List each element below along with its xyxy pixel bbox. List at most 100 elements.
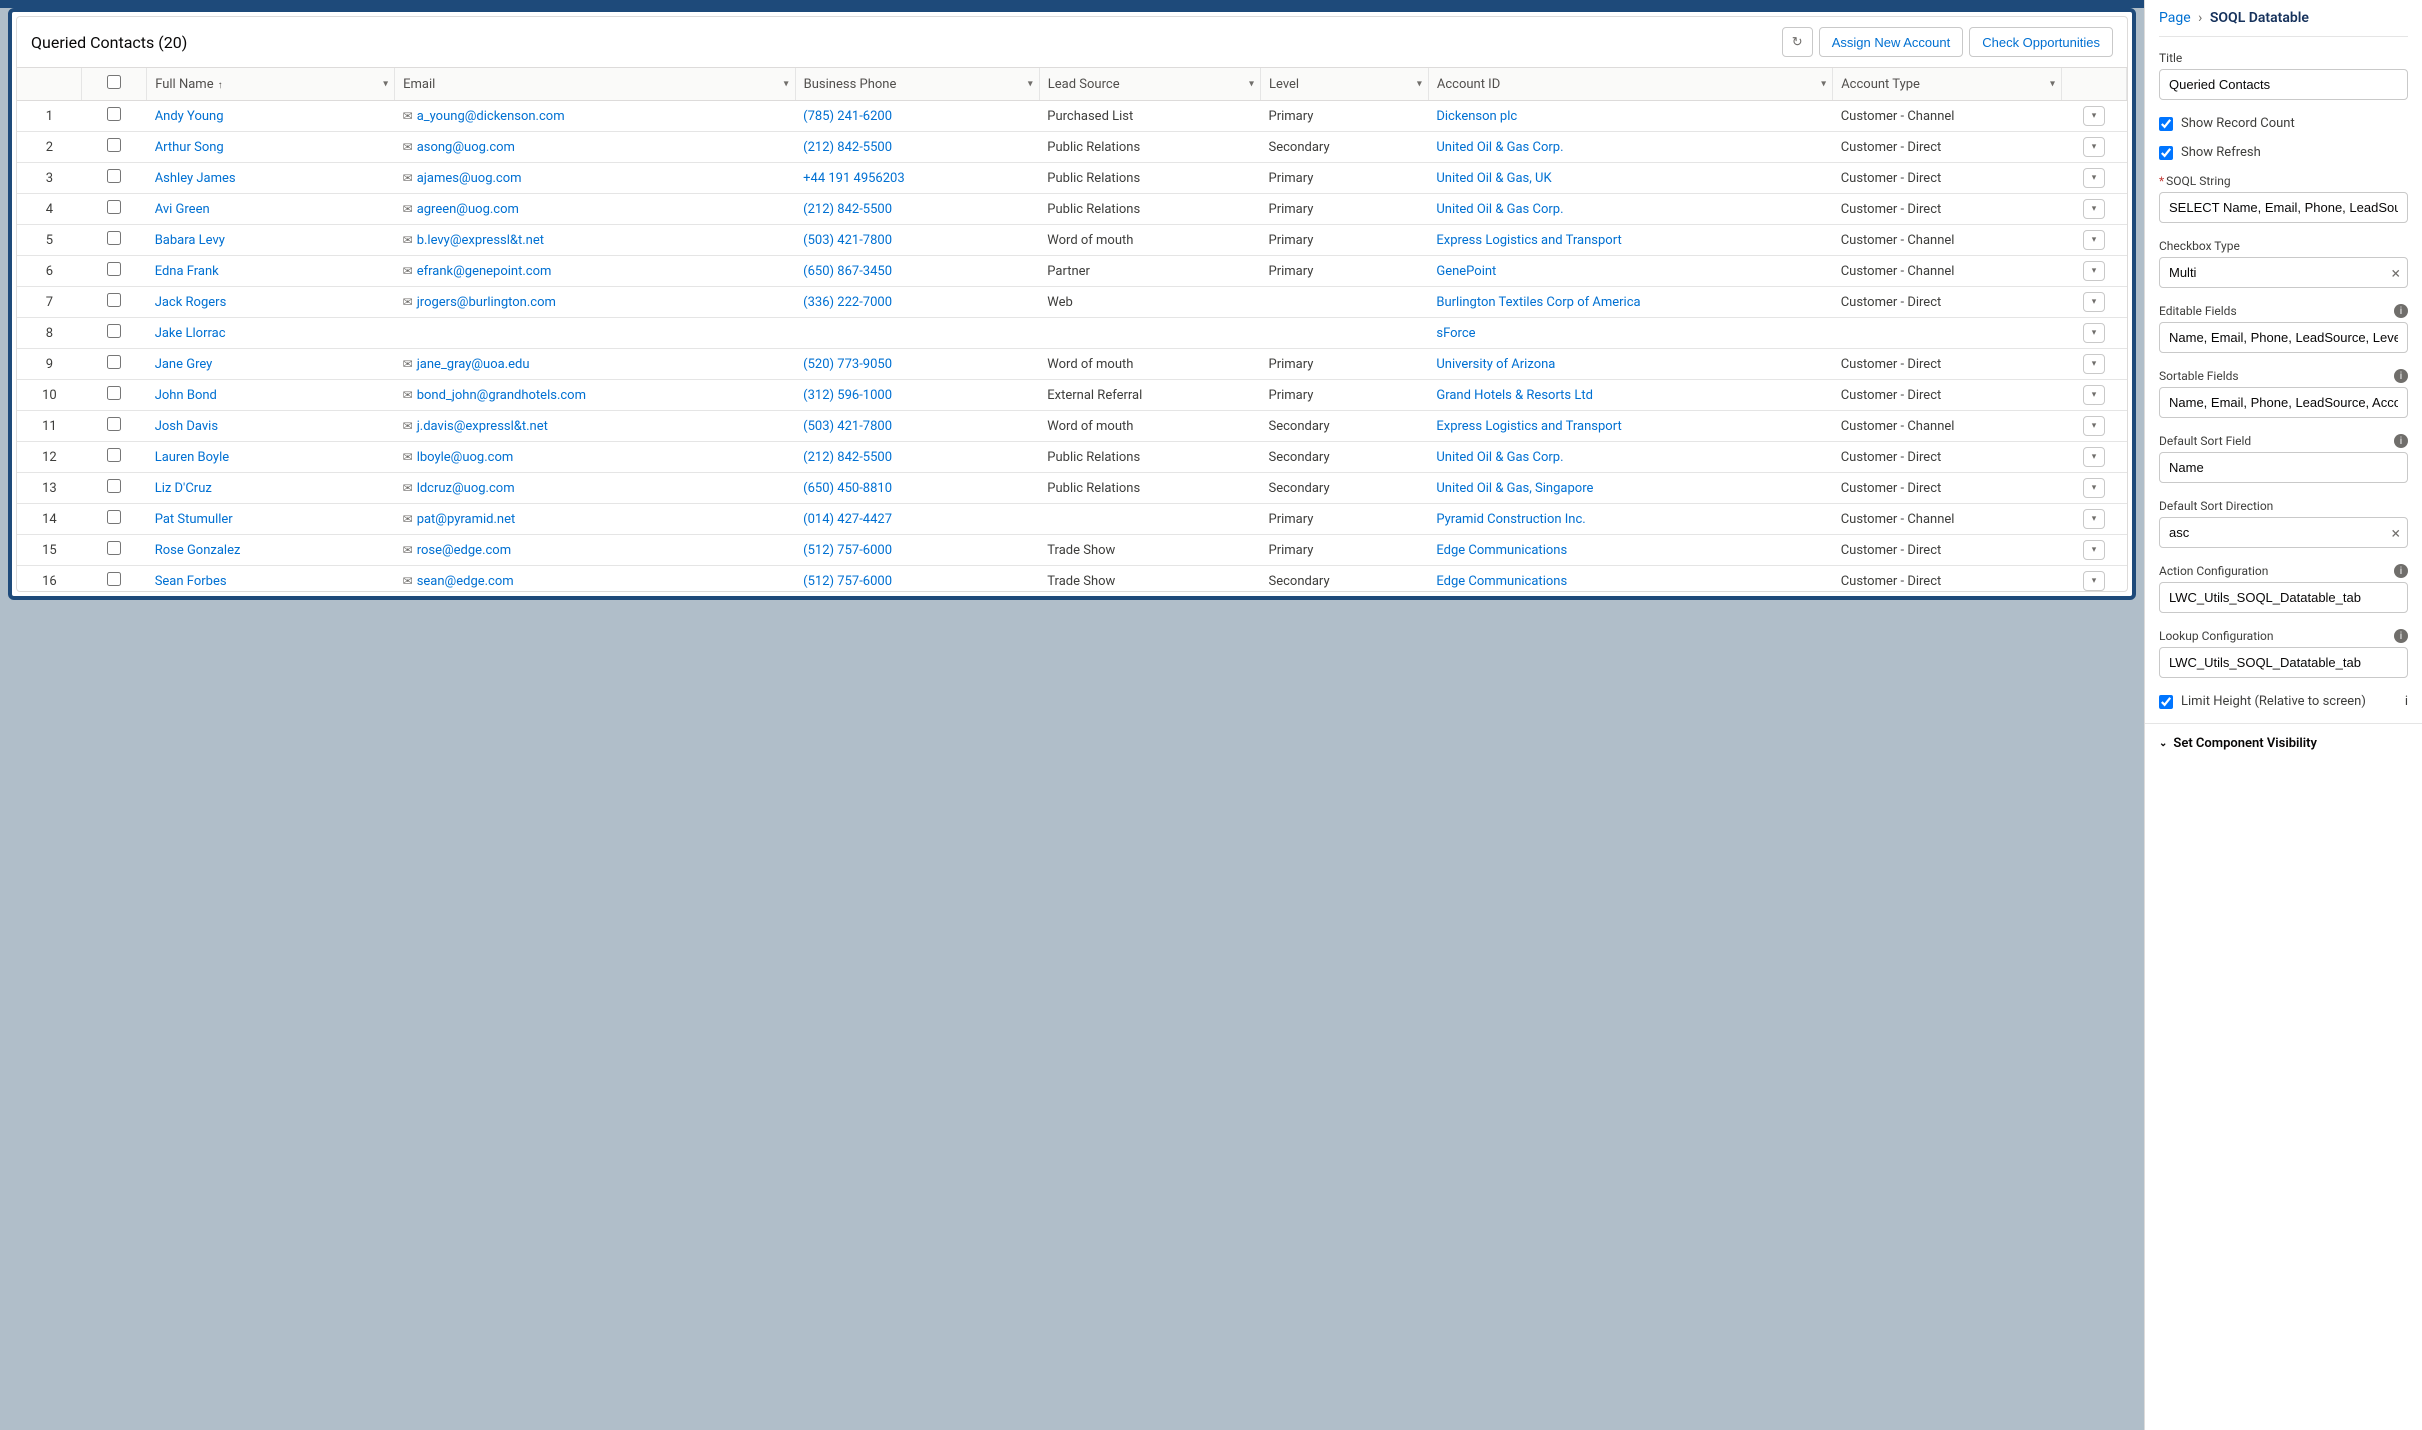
- email-link[interactable]: j.davis@expressl&t.net: [417, 419, 548, 434]
- account-link[interactable]: Edge Communications: [1436, 543, 1567, 558]
- chevron-down-icon[interactable]: ▾: [383, 79, 388, 90]
- phone-link[interactable]: (650) 450-8810: [803, 481, 892, 496]
- col-phone[interactable]: Business Phone▾: [795, 68, 1039, 101]
- row-actions-button[interactable]: ▾: [2083, 385, 2105, 405]
- account-link[interactable]: Edge Communications: [1436, 574, 1567, 589]
- email-link[interactable]: b.levy@expressl&t.net: [417, 233, 544, 248]
- email-link[interactable]: jane_gray@uoa.edu: [417, 357, 530, 372]
- phone-link[interactable]: (212) 842-5500: [803, 202, 892, 217]
- account-link[interactable]: Express Logistics and Transport: [1436, 419, 1621, 434]
- input-lookup-config[interactable]: [2159, 647, 2408, 678]
- contact-link[interactable]: Arthur Song: [155, 140, 224, 155]
- chevron-down-icon[interactable]: ▾: [1821, 79, 1826, 90]
- phone-link[interactable]: (650) 867-3450: [803, 264, 892, 279]
- assign-new-account-button[interactable]: Assign New Account: [1819, 27, 1964, 57]
- row-checkbox[interactable]: [107, 417, 121, 431]
- email-link[interactable]: pat@pyramid.net: [417, 512, 516, 527]
- account-link[interactable]: Burlington Textiles Corp of America: [1436, 295, 1640, 310]
- chevron-down-icon[interactable]: ▾: [1417, 79, 1422, 90]
- row-checkbox[interactable]: [107, 293, 121, 307]
- row-checkbox[interactable]: [107, 448, 121, 462]
- row-actions-button[interactable]: ▾: [2083, 540, 2105, 560]
- account-link[interactable]: United Oil & Gas Corp.: [1436, 202, 1563, 217]
- account-link[interactable]: United Oil & Gas Corp.: [1436, 140, 1563, 155]
- row-actions-button[interactable]: ▾: [2083, 323, 2105, 343]
- chevron-down-icon[interactable]: ▾: [2050, 79, 2055, 90]
- row-actions-button[interactable]: ▾: [2083, 199, 2105, 219]
- email-link[interactable]: a_young@dickenson.com: [417, 109, 565, 124]
- contact-link[interactable]: Lauren Boyle: [155, 450, 229, 465]
- contact-link[interactable]: Andy Young: [155, 109, 224, 124]
- row-checkbox[interactable]: [107, 324, 121, 338]
- phone-link[interactable]: (503) 421-7800: [803, 419, 892, 434]
- account-link[interactable]: University of Arizona: [1436, 357, 1555, 372]
- account-link[interactable]: Express Logistics and Transport: [1436, 233, 1621, 248]
- row-actions-button[interactable]: ▾: [2083, 261, 2105, 281]
- row-actions-button[interactable]: ▾: [2083, 354, 2105, 374]
- email-link[interactable]: jrogers@burlington.com: [417, 295, 556, 310]
- row-checkbox[interactable]: [107, 541, 121, 555]
- row-checkbox[interactable]: [107, 262, 121, 276]
- email-link[interactable]: ajames@uog.com: [417, 171, 522, 186]
- contact-link[interactable]: Avi Green: [155, 202, 210, 217]
- phone-link[interactable]: (512) 757-6000: [803, 543, 892, 558]
- col-accounttype[interactable]: Account Type▾: [1833, 68, 2062, 101]
- check-opportunities-button[interactable]: Check Opportunities: [1969, 27, 2113, 57]
- email-link[interactable]: rose@edge.com: [417, 543, 511, 558]
- input-checkbox-type[interactable]: [2159, 257, 2408, 288]
- chevron-down-icon[interactable]: ▾: [784, 79, 789, 90]
- row-actions-button[interactable]: ▾: [2083, 230, 2105, 250]
- row-actions-button[interactable]: ▾: [2083, 168, 2105, 188]
- checkbox-show-record-count[interactable]: [2159, 117, 2173, 131]
- row-checkbox[interactable]: [107, 107, 121, 121]
- input-title[interactable]: [2159, 69, 2408, 100]
- table-scroll[interactable]: Full Name↑▾ Email▾ Business Phone▾ Lead …: [17, 68, 2127, 591]
- input-sortable[interactable]: [2159, 387, 2408, 418]
- contact-link[interactable]: Edna Frank: [155, 264, 219, 279]
- contact-link[interactable]: Liz D'Cruz: [155, 481, 212, 496]
- phone-link[interactable]: (785) 241-6200: [803, 109, 892, 124]
- contact-link[interactable]: John Bond: [155, 388, 217, 403]
- account-link[interactable]: sForce: [1436, 326, 1475, 341]
- row-checkbox[interactable]: [107, 138, 121, 152]
- row-checkbox[interactable]: [107, 355, 121, 369]
- col-accountid[interactable]: Account ID▾: [1428, 68, 1832, 101]
- account-link[interactable]: United Oil & Gas Corp.: [1436, 450, 1563, 465]
- breadcrumb-page-link[interactable]: Page: [2159, 10, 2191, 26]
- checkbox-show-refresh[interactable]: [2159, 146, 2173, 160]
- row-checkbox[interactable]: [107, 169, 121, 183]
- account-link[interactable]: Grand Hotels & Resorts Ltd: [1436, 388, 1593, 403]
- input-editable[interactable]: [2159, 322, 2408, 353]
- account-link[interactable]: United Oil & Gas, UK: [1436, 171, 1551, 186]
- email-link[interactable]: lboyle@uog.com: [417, 450, 514, 465]
- col-fullname[interactable]: Full Name↑▾: [147, 68, 395, 101]
- chevron-down-icon[interactable]: ▾: [1249, 79, 1254, 90]
- input-default-sort-field[interactable]: [2159, 452, 2408, 483]
- contact-link[interactable]: Jack Rogers: [155, 295, 227, 310]
- phone-link[interactable]: (336) 222-7000: [803, 295, 892, 310]
- row-checkbox[interactable]: [107, 572, 121, 586]
- phone-link[interactable]: +44 191 4956203: [803, 171, 905, 186]
- row-checkbox[interactable]: [107, 200, 121, 214]
- contact-link[interactable]: Rose Gonzalez: [155, 543, 241, 558]
- phone-link[interactable]: (212) 842-5500: [803, 450, 892, 465]
- contact-link[interactable]: Ashley James: [155, 171, 236, 186]
- row-actions-button[interactable]: ▾: [2083, 106, 2105, 126]
- info-icon[interactable]: i: [2394, 369, 2408, 383]
- account-link[interactable]: Dickenson plc: [1436, 109, 1517, 124]
- contact-link[interactable]: Jane Grey: [155, 357, 213, 372]
- info-icon[interactable]: i: [2405, 694, 2408, 709]
- account-link[interactable]: United Oil & Gas, Singapore: [1436, 481, 1593, 496]
- input-soql[interactable]: [2159, 192, 2408, 223]
- row-actions-button[interactable]: ▾: [2083, 416, 2105, 436]
- phone-link[interactable]: (312) 596-1000: [803, 388, 892, 403]
- phone-link[interactable]: (512) 757-6000: [803, 574, 892, 589]
- refresh-button[interactable]: ↻: [1782, 27, 1813, 57]
- email-link[interactable]: sean@edge.com: [417, 574, 514, 589]
- account-link[interactable]: GenePoint: [1436, 264, 1496, 279]
- clear-icon[interactable]: ×: [2391, 523, 2400, 542]
- phone-link[interactable]: (014) 427-4427: [803, 512, 892, 527]
- row-actions-button[interactable]: ▾: [2083, 292, 2105, 312]
- info-icon[interactable]: i: [2394, 564, 2408, 578]
- contact-link[interactable]: Babara Levy: [155, 233, 225, 248]
